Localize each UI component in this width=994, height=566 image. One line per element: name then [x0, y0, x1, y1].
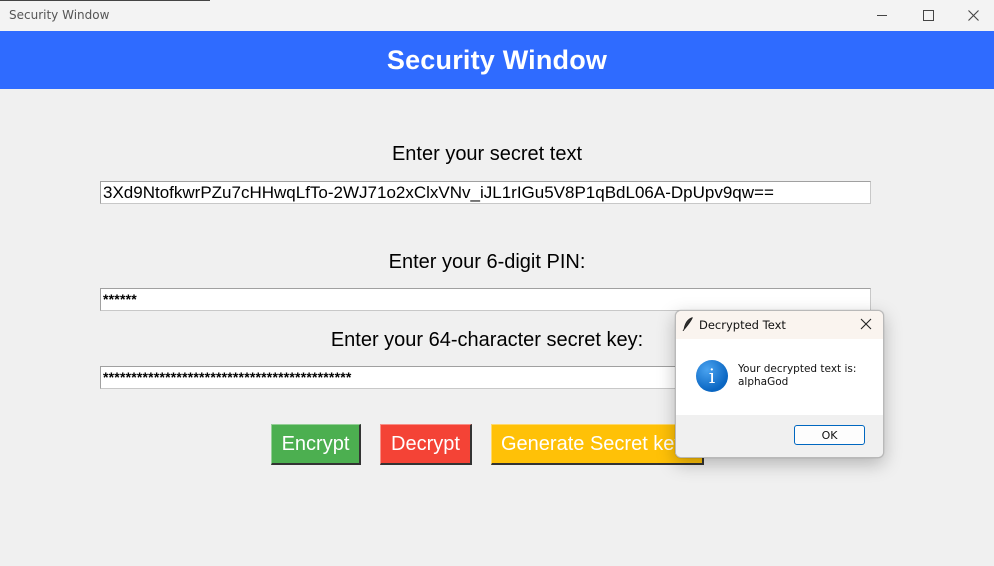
- maximize-button[interactable]: [905, 0, 951, 31]
- header-banner: Security Window: [0, 31, 994, 89]
- dialog-message-line1: Your decrypted text is:: [738, 363, 857, 375]
- minimize-button[interactable]: [859, 0, 905, 31]
- pin-input[interactable]: ******: [100, 288, 871, 311]
- dialog-titlebar[interactable]: Decrypted Text: [676, 311, 883, 339]
- window-titlebar[interactable]: Security Window: [0, 0, 994, 32]
- security-window: Security Window Security Window Enter yo…: [0, 0, 994, 566]
- dialog-message: Your decrypted text is: alphaGod: [738, 363, 856, 389]
- close-button[interactable]: [950, 0, 994, 31]
- generate-secret-key-button[interactable]: Generate Secret key: [491, 424, 704, 465]
- pin-label: Enter your 6-digit PIN:: [388, 251, 586, 273]
- close-icon: [967, 10, 979, 21]
- dialog-title: Decrypted Text: [699, 318, 786, 332]
- info-icon: i: [696, 360, 728, 392]
- dialog-message-line2: alphaGod: [738, 376, 789, 388]
- decrypt-button[interactable]: Decrypt: [380, 424, 472, 465]
- encrypt-button[interactable]: Encrypt: [271, 424, 361, 465]
- feather-icon: [682, 317, 693, 331]
- ok-button[interactable]: OK: [794, 425, 865, 445]
- secret-text-label: Enter your secret text: [391, 143, 583, 165]
- minimize-icon: [877, 15, 887, 16]
- page-title: Security Window: [386, 44, 608, 75]
- dialog-close-icon[interactable]: [859, 317, 873, 331]
- window-title: Security Window: [9, 8, 110, 22]
- secret-text-input[interactable]: 3Xd9NtofkwrPZu7cHHwqLfTo-2WJ71o2xClxVNv_…: [100, 181, 871, 204]
- maximize-icon: [922, 10, 934, 21]
- titlebar-accent: [0, 0, 210, 1]
- decrypted-text-dialog: Decrypted Text i Your decrypted text is:…: [675, 310, 884, 458]
